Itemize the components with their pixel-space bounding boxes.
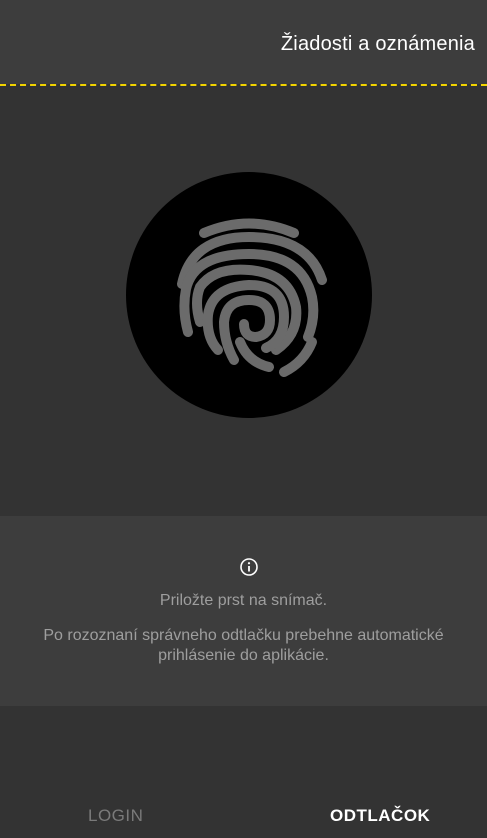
instruction-text: Priložte prst na snímač. [159,592,328,609]
header-title-link[interactable]: Žiadosti a oznámenia [281,33,475,56]
tab-login[interactable]: LOGIN [88,806,143,826]
fingerprint-area [0,86,487,516]
fingerprint-button[interactable] [126,172,372,418]
bottom-tabs: LOGIN ODTLAČOK [0,706,487,838]
tab-fingerprint[interactable]: ODTLAČOK [330,806,430,826]
fingerprint-icon [177,218,327,377]
description-text: Po rozoznaní správneho odtlačku prebehne… [43,627,444,664]
info-icon [240,558,258,576]
info-panel: Priložte prst na snímač. Po rozoznaní sp… [0,516,487,706]
header-bar: Žiadosti a oznámenia [0,0,487,84]
